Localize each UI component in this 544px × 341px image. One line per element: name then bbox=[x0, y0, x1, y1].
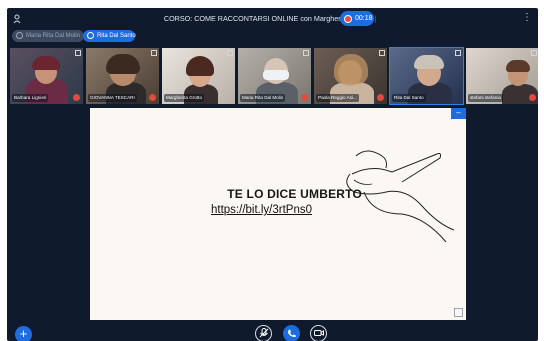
participant-tile[interactable]: Barbara Lignieri bbox=[10, 48, 83, 104]
slide-headline: TE LO DICE UMBERTO bbox=[227, 187, 362, 201]
participant-tile[interactable]: Margherita Grotto bbox=[162, 48, 235, 104]
camera-button[interactable] bbox=[310, 325, 327, 341]
participant-video-strip: Barbara Lignieri GIOVANNA TESCARI Marghe… bbox=[10, 47, 538, 105]
presenter-chip[interactable]: Maria Rita Dal Molin bbox=[12, 30, 84, 42]
fullscreen-icon[interactable] bbox=[454, 308, 463, 317]
minimize-presentation-button[interactable]: – bbox=[451, 108, 466, 119]
muted-mic-icon bbox=[301, 94, 308, 101]
participant-name: Paola Reggio Asi... bbox=[316, 94, 359, 102]
participant-tile-active[interactable]: Rita Dal Santo bbox=[389, 47, 464, 105]
expand-icon[interactable] bbox=[455, 50, 461, 56]
presenter-chip-active[interactable]: Rita Dal Santo bbox=[83, 30, 136, 42]
participant-tile[interactable]: Paola Reggio Asi... bbox=[314, 48, 387, 104]
muted-mic-icon bbox=[529, 94, 536, 101]
mic-icon bbox=[259, 328, 268, 338]
participant-name: Barbara Lignieri bbox=[12, 94, 49, 102]
title-separator: | bbox=[374, 14, 377, 23]
participant-name: stefani stefania bbox=[468, 94, 503, 102]
participant-name: GIOVANNA TESCARI bbox=[88, 94, 137, 102]
conference-window: CORSO: COME RACCONTARSI ONLINE con Margh… bbox=[7, 8, 538, 341]
presentation-slide: – TE LO DICE UMBERTO https://bit.ly/3rtP… bbox=[90, 108, 466, 320]
expand-icon[interactable] bbox=[531, 50, 537, 56]
expand-icon[interactable] bbox=[227, 50, 233, 56]
muted-mic-icon bbox=[73, 94, 80, 101]
expand-icon[interactable] bbox=[379, 50, 385, 56]
slide-link[interactable]: https://bit.ly/3rtPns0 bbox=[211, 204, 361, 216]
mic-button[interactable] bbox=[255, 325, 272, 341]
presenter-icon bbox=[16, 32, 23, 39]
camera-icon bbox=[313, 330, 324, 336]
meeting-title: CORSO: COME RACCONTARSI ONLINE con Margh… bbox=[107, 14, 437, 23]
presenter-chip-label: Rita Dal Santo bbox=[97, 33, 136, 39]
muted-mic-icon bbox=[377, 94, 384, 101]
expand-icon[interactable] bbox=[75, 50, 81, 56]
participant-name: Maria Rita Dal Molin bbox=[240, 94, 286, 102]
recording-time: 00:18 bbox=[355, 15, 373, 22]
participant-tile[interactable]: Maria Rita Dal Molin bbox=[238, 48, 311, 104]
muted-mic-icon bbox=[149, 94, 156, 101]
participant-tile[interactable]: stefani stefania bbox=[466, 48, 538, 104]
recording-button[interactable]: 00:18 bbox=[340, 11, 374, 26]
expand-icon[interactable] bbox=[151, 50, 157, 56]
more-options-icon[interactable]: ⋮ bbox=[522, 13, 532, 23]
users-icon[interactable] bbox=[13, 14, 23, 24]
top-bar: CORSO: COME RACCONTARSI ONLINE con Margh… bbox=[7, 8, 538, 30]
participant-name: Margherita Grotto bbox=[164, 94, 204, 102]
participant-name: Rita Dal Santo bbox=[392, 94, 426, 102]
audio-button[interactable] bbox=[283, 325, 300, 341]
phone-icon bbox=[288, 329, 296, 338]
mic-icon bbox=[87, 32, 94, 39]
expand-icon[interactable] bbox=[303, 50, 309, 56]
record-icon bbox=[344, 14, 352, 23]
participant-tile[interactable]: GIOVANNA TESCARI bbox=[86, 48, 159, 104]
presenter-chip-label: Maria Rita Dal Molin bbox=[26, 33, 81, 39]
actions-plus-button[interactable]: + bbox=[15, 326, 32, 341]
